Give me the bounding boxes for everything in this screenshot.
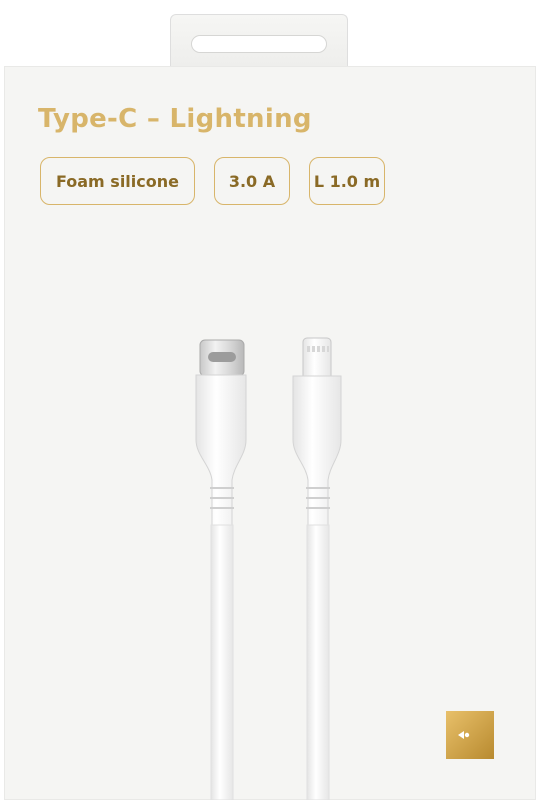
cable-illustration <box>195 337 342 800</box>
lightning-connector-icon <box>292 337 342 800</box>
badge-material: Foam silicone <box>40 157 195 205</box>
product-title: Type-C – Lightning <box>38 104 312 134</box>
usb-c-connector-icon <box>195 339 247 800</box>
badge-length: L 1.0 m <box>309 157 385 205</box>
badge-current: 3.0 A <box>214 157 290 205</box>
hang-hole <box>191 35 327 53</box>
brand-logo-icon <box>446 711 494 759</box>
